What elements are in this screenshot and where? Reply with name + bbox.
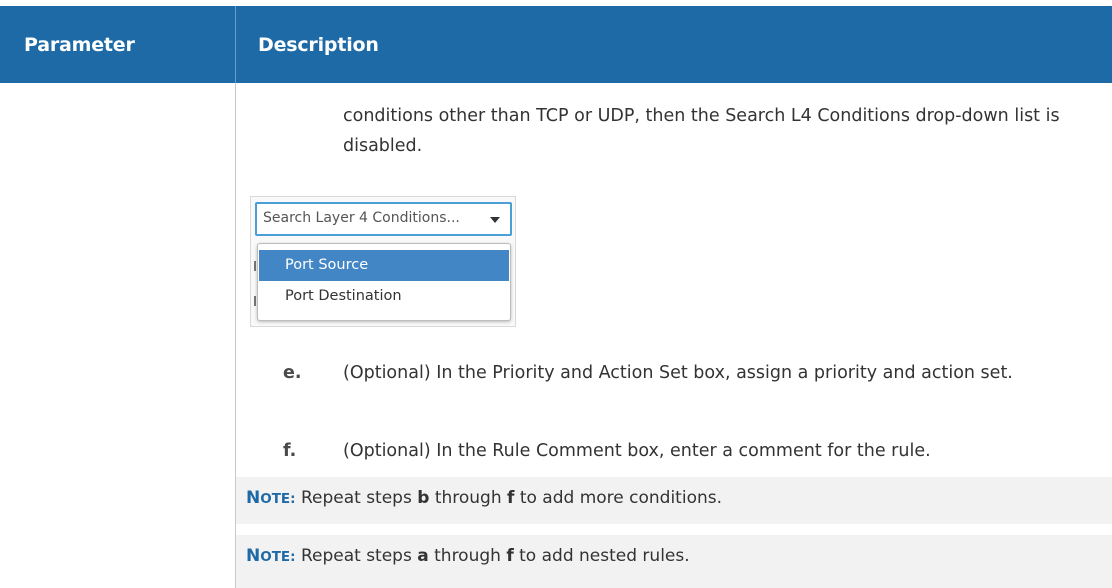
header-parameter: Parameter (24, 34, 135, 56)
header-description: Description (258, 34, 379, 56)
intro-paragraph: conditions other than TCP or UDP, then t… (343, 106, 1060, 156)
note-text: NOTE: Repeat steps a through f to add ne… (246, 546, 690, 566)
step-ref: f (507, 488, 515, 508)
step-ref: b (417, 488, 430, 508)
option-port-destination[interactable]: Port Destination (259, 281, 509, 312)
step-text: (Optional) In the Priority and Action Se… (343, 363, 1013, 383)
step-letter: f. (283, 441, 297, 461)
dropdown-menu: Port Source Port Destination (257, 243, 511, 321)
layer4-conditions-dropdown[interactable]: Search Layer 4 Conditions... (255, 202, 512, 236)
caret-down-icon (490, 217, 500, 223)
note-text: NOTE: Repeat steps b through f to add mo… (246, 488, 723, 508)
doc-page: Parameter Description conditions other t… (0, 0, 1112, 588)
note-label: NOTE: (246, 546, 296, 566)
background-text-fragment (254, 296, 256, 306)
dropdown-placeholder: Search Layer 4 Conditions... (263, 210, 460, 226)
note-conditions: NOTE: Repeat steps b through f to add mo… (236, 477, 1112, 525)
table-header: Parameter Description (0, 6, 1112, 83)
step-text: (Optional) In the Rule Comment box, ente… (343, 441, 931, 461)
dropdown-screenshot: Search Layer 4 Conditions... Port Source… (250, 196, 516, 327)
background-text-fragment (254, 261, 256, 271)
step-letter: e. (283, 363, 302, 383)
note-label: NOTE: (246, 488, 296, 508)
header-parameter-cell: Parameter (0, 6, 236, 83)
step-ref: f (506, 546, 514, 566)
step-ref: a (417, 546, 429, 566)
note-nested-rules: NOTE: Repeat steps a through f to add ne… (236, 535, 1112, 588)
option-port-source[interactable]: Port Source (259, 250, 509, 281)
